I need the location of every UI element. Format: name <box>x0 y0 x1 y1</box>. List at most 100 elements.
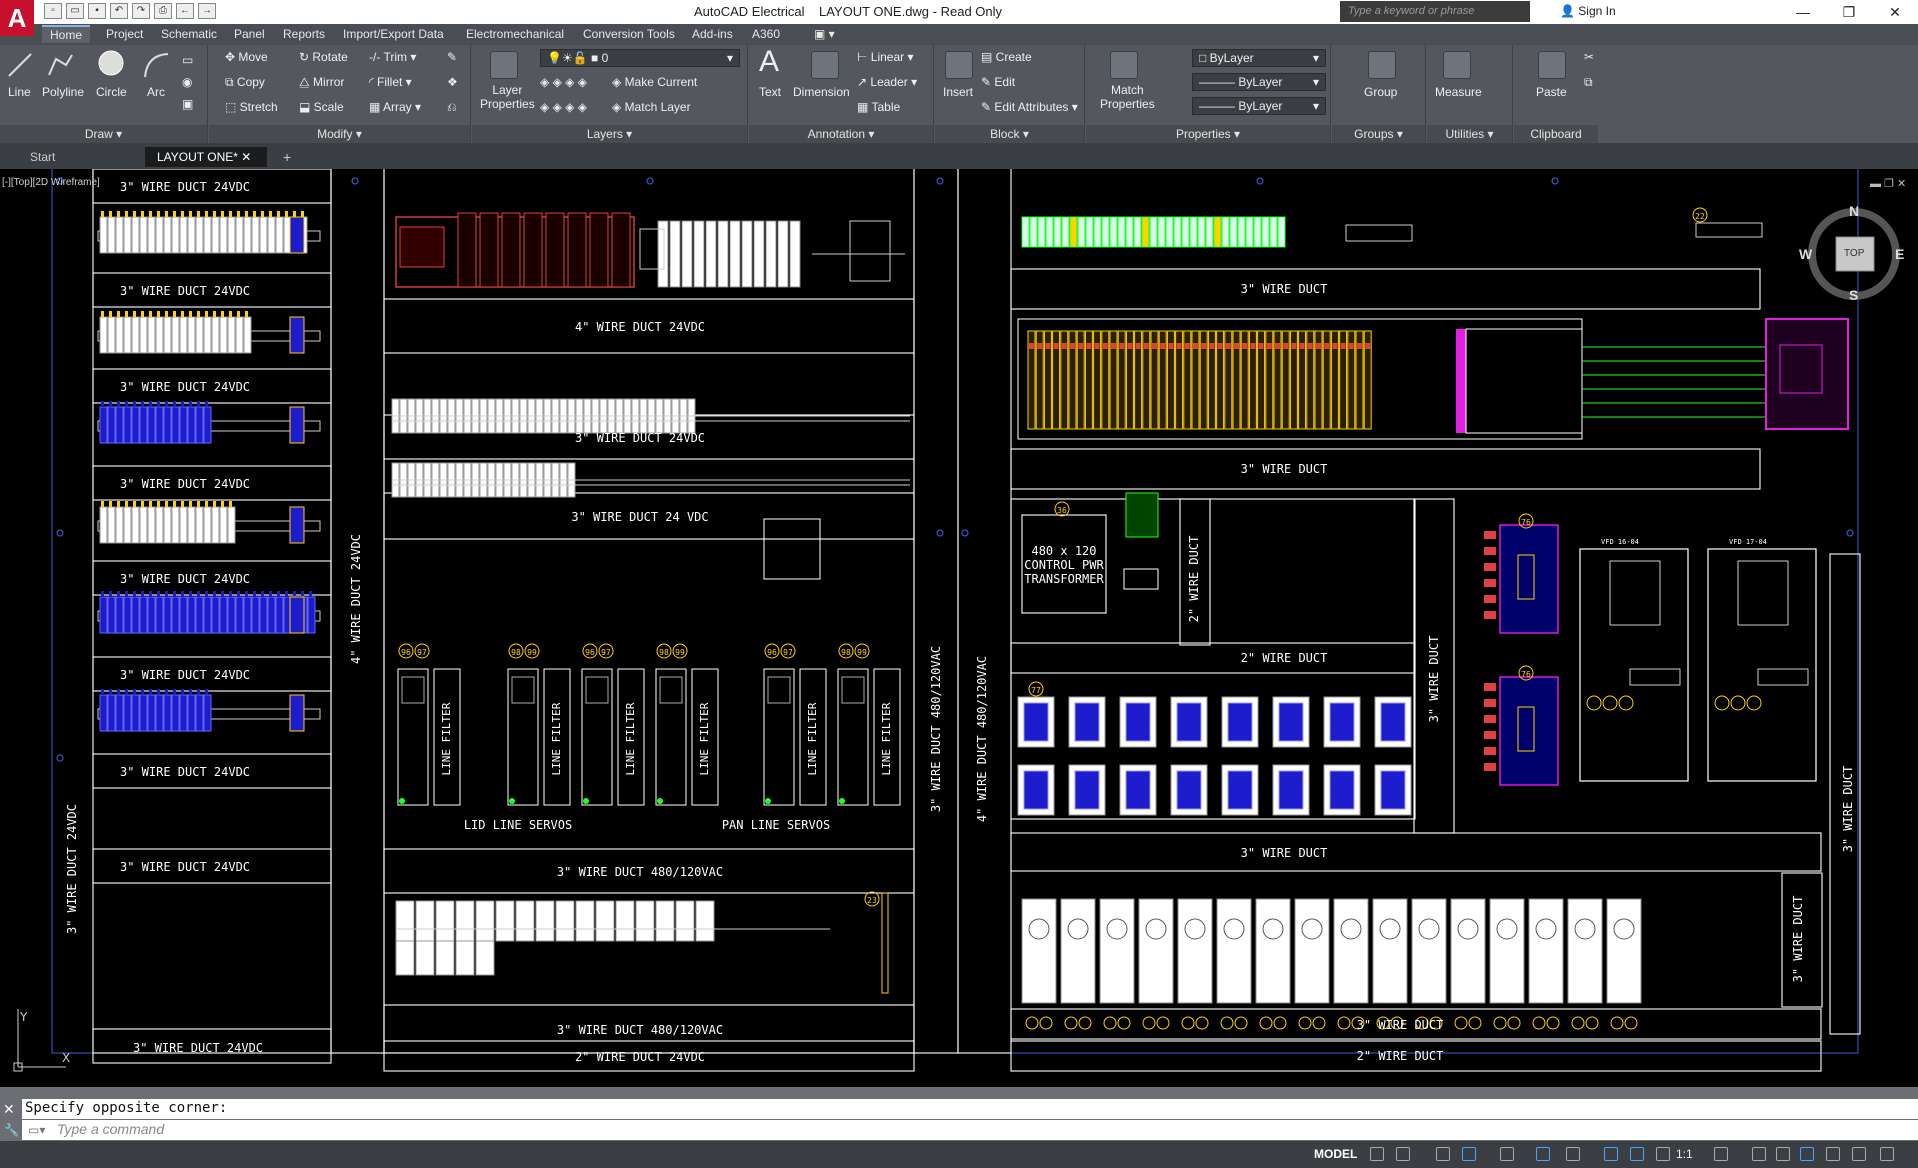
panel-block-label[interactable]: Block ▾ <box>935 125 1084 143</box>
search-input[interactable]: Type a keyword or phrase <box>1340 1 1530 22</box>
annotation-scale-icon[interactable] <box>1656 1147 1670 1161</box>
tab-import-export-data[interactable]: Import/Export Data <box>343 27 444 41</box>
circle-tool-label[interactable]: Circle <box>96 85 127 99</box>
insert-block-icon[interactable] <box>945 51 973 79</box>
grid-icon[interactable] <box>1370 1147 1384 1161</box>
erase-icon[interactable]: ✎ <box>447 50 457 64</box>
close-button[interactable]: ✕ <box>1872 0 1918 24</box>
insert-tool-label[interactable]: Insert <box>943 85 973 99</box>
compass-w[interactable]: W <box>1799 246 1812 262</box>
snap-icon[interactable] <box>1396 1147 1410 1161</box>
line-icon[interactable] <box>6 51 34 79</box>
back-icon[interactable]: ← <box>176 3 194 19</box>
fillet-tool[interactable]: ◜ Fillet ▾ <box>369 75 412 89</box>
region-icon[interactable]: ▣ <box>182 97 193 111</box>
measure-tool-label[interactable]: Measure <box>1435 85 1482 99</box>
tab-electromechanical[interactable]: Electromechanical <box>466 27 564 41</box>
paste-icon[interactable] <box>1538 51 1566 79</box>
mirror-tool[interactable]: ⧋ Mirror <box>299 75 344 90</box>
viewport-controls[interactable]: [-][Top][2D Wireframe] <box>2 177 100 188</box>
table-tool[interactable]: ▦ Table <box>857 100 900 114</box>
new-file-icon[interactable]: ▫ <box>44 3 62 19</box>
dimension-tool-label[interactable]: Dimension <box>793 85 850 99</box>
annotation-visibility-icon[interactable] <box>1604 1147 1618 1161</box>
panel-draw-label[interactable]: Draw ▾ <box>0 125 207 143</box>
copy-tool[interactable]: ⧉ Copy <box>225 75 265 90</box>
move-tool[interactable]: ✥ Move <box>225 50 268 64</box>
compass-e[interactable]: E <box>1895 246 1904 262</box>
paste-tool-label[interactable]: Paste <box>1536 85 1567 99</box>
trim-tool[interactable]: -/- Trim ▾ <box>369 50 416 64</box>
close-tab-icon[interactable]: ✕ <box>241 150 251 164</box>
tab-project[interactable]: Project <box>106 27 143 41</box>
otrack-icon[interactable] <box>1536 1147 1550 1161</box>
lineweight-dropdown[interactable]: ——— ByLayer ▾ <box>1192 97 1326 115</box>
autoscale-icon[interactable] <box>1630 1147 1644 1161</box>
layer-tools-row2-icon[interactable]: ◈ ◈ ◈ ◈ <box>540 100 587 114</box>
sign-in-button[interactable]: 👤 Sign In <box>1560 4 1616 18</box>
annotation-monitor-icon[interactable] <box>1752 1147 1766 1161</box>
polyline-icon[interactable] <box>46 51 74 79</box>
measure-icon[interactable] <box>1443 51 1471 79</box>
tab-panel[interactable]: Panel <box>234 27 265 41</box>
linear-dimension-tool[interactable]: ⊢ Linear ▾ <box>857 50 914 64</box>
polar-icon[interactable] <box>1462 1147 1476 1161</box>
text-icon[interactable]: A <box>759 45 779 79</box>
layer-properties-label[interactable]: Layer Properties <box>480 83 535 111</box>
group-icon[interactable] <box>1368 51 1396 79</box>
dimension-icon[interactable] <box>811 51 839 79</box>
command-recent-icon[interactable]: ▭▾ <box>28 1123 45 1137</box>
layer-dropdown[interactable]: 💡☀🔓 ■ 0 ▾ <box>540 49 740 67</box>
new-tab-icon[interactable]: + <box>276 147 302 167</box>
undo-icon[interactable]: ↶ <box>110 3 128 19</box>
viewcube[interactable]: TOP N S E W <box>1799 203 1904 303</box>
panel-modify-label[interactable]: Modify ▾ <box>209 125 470 143</box>
panel-layers-label[interactable]: Layers ▾ <box>472 125 747 143</box>
layer-properties-icon[interactable] <box>490 51 518 79</box>
edit-attributes-tool[interactable]: ✎ Edit Attributes ▾ <box>981 100 1078 114</box>
workspace-gear-icon[interactable] <box>1714 1147 1728 1161</box>
stretch-tool[interactable]: ⬚ Stretch <box>225 100 278 114</box>
hardware-acceleration-icon[interactable] <box>1826 1147 1840 1161</box>
panel-utilities-label[interactable]: Utilities ▾ <box>1427 125 1512 143</box>
layer-tools-row-icon[interactable]: ◈ ◈ ◈ ◈ <box>540 75 587 89</box>
circle-icon[interactable] <box>97 49 125 77</box>
open-file-icon[interactable]: ▭ <box>66 3 84 19</box>
isolate-objects-icon[interactable] <box>1800 1147 1814 1161</box>
create-block-tool[interactable]: ▤ Create <box>981 50 1032 64</box>
panel-clipboard-label[interactable]: Clipboard <box>1514 125 1598 143</box>
match-layer-button[interactable]: ◈ Match Layer <box>612 100 691 114</box>
drawing-viewport[interactable]: [-][Top][2D Wireframe] 3" WIRE DUCT 24VD… <box>0 169 1918 1087</box>
ribbon-options-icon[interactable]: ▣ ▾ <box>814 27 835 41</box>
match-properties-label[interactable]: Match Properties <box>1100 83 1155 111</box>
customization-menu-icon[interactable] <box>1880 1147 1894 1161</box>
restore-button[interactable]: ❐ <box>1826 0 1872 24</box>
compass-n[interactable]: N <box>1849 203 1859 219</box>
tab-layout-one[interactable]: LAYOUT ONE* ✕ <box>145 147 267 167</box>
panel-properties-label[interactable]: Properties ▾ <box>1086 125 1330 143</box>
tab-a360[interactable]: A360 <box>752 27 780 41</box>
units-icon[interactable] <box>1776 1147 1790 1161</box>
minimize-button[interactable]: — <box>1780 0 1826 24</box>
edit-block-tool[interactable]: ✎ Edit <box>981 75 1015 89</box>
rotate-tool[interactable]: ↻ Rotate <box>299 50 348 64</box>
polyline-tool-label[interactable]: Polyline <box>42 85 84 99</box>
match-properties-icon[interactable] <box>1110 51 1138 79</box>
forward-icon[interactable]: → <box>198 3 216 19</box>
text-tool-label[interactable]: Text <box>759 85 781 99</box>
model-space-button[interactable]: MODEL <box>1314 1147 1357 1161</box>
offset-icon[interactable]: ⎌ <box>447 100 457 115</box>
tab-add-ins[interactable]: Add-ins <box>692 27 733 41</box>
hatch-icon[interactable]: ◉ <box>182 75 192 89</box>
tab-reports[interactable]: Reports <box>283 27 325 41</box>
command-input[interactable]: Type a command <box>22 1120 1918 1140</box>
tab-home[interactable]: Home <box>42 25 91 43</box>
group-tool-label[interactable]: Group <box>1364 85 1397 99</box>
save-icon[interactable]: ▪ <box>88 3 106 19</box>
line-tool-label[interactable]: Line <box>8 85 31 99</box>
color-dropdown[interactable]: □ ByLayer ▾ <box>1192 49 1326 67</box>
panel-groups-label[interactable]: Groups ▾ <box>1332 125 1425 143</box>
ortho-icon[interactable] <box>1436 1147 1450 1161</box>
leader-tool[interactable]: ↗ Leader ▾ <box>857 75 917 89</box>
arc-tool-label[interactable]: Arc <box>147 85 165 99</box>
